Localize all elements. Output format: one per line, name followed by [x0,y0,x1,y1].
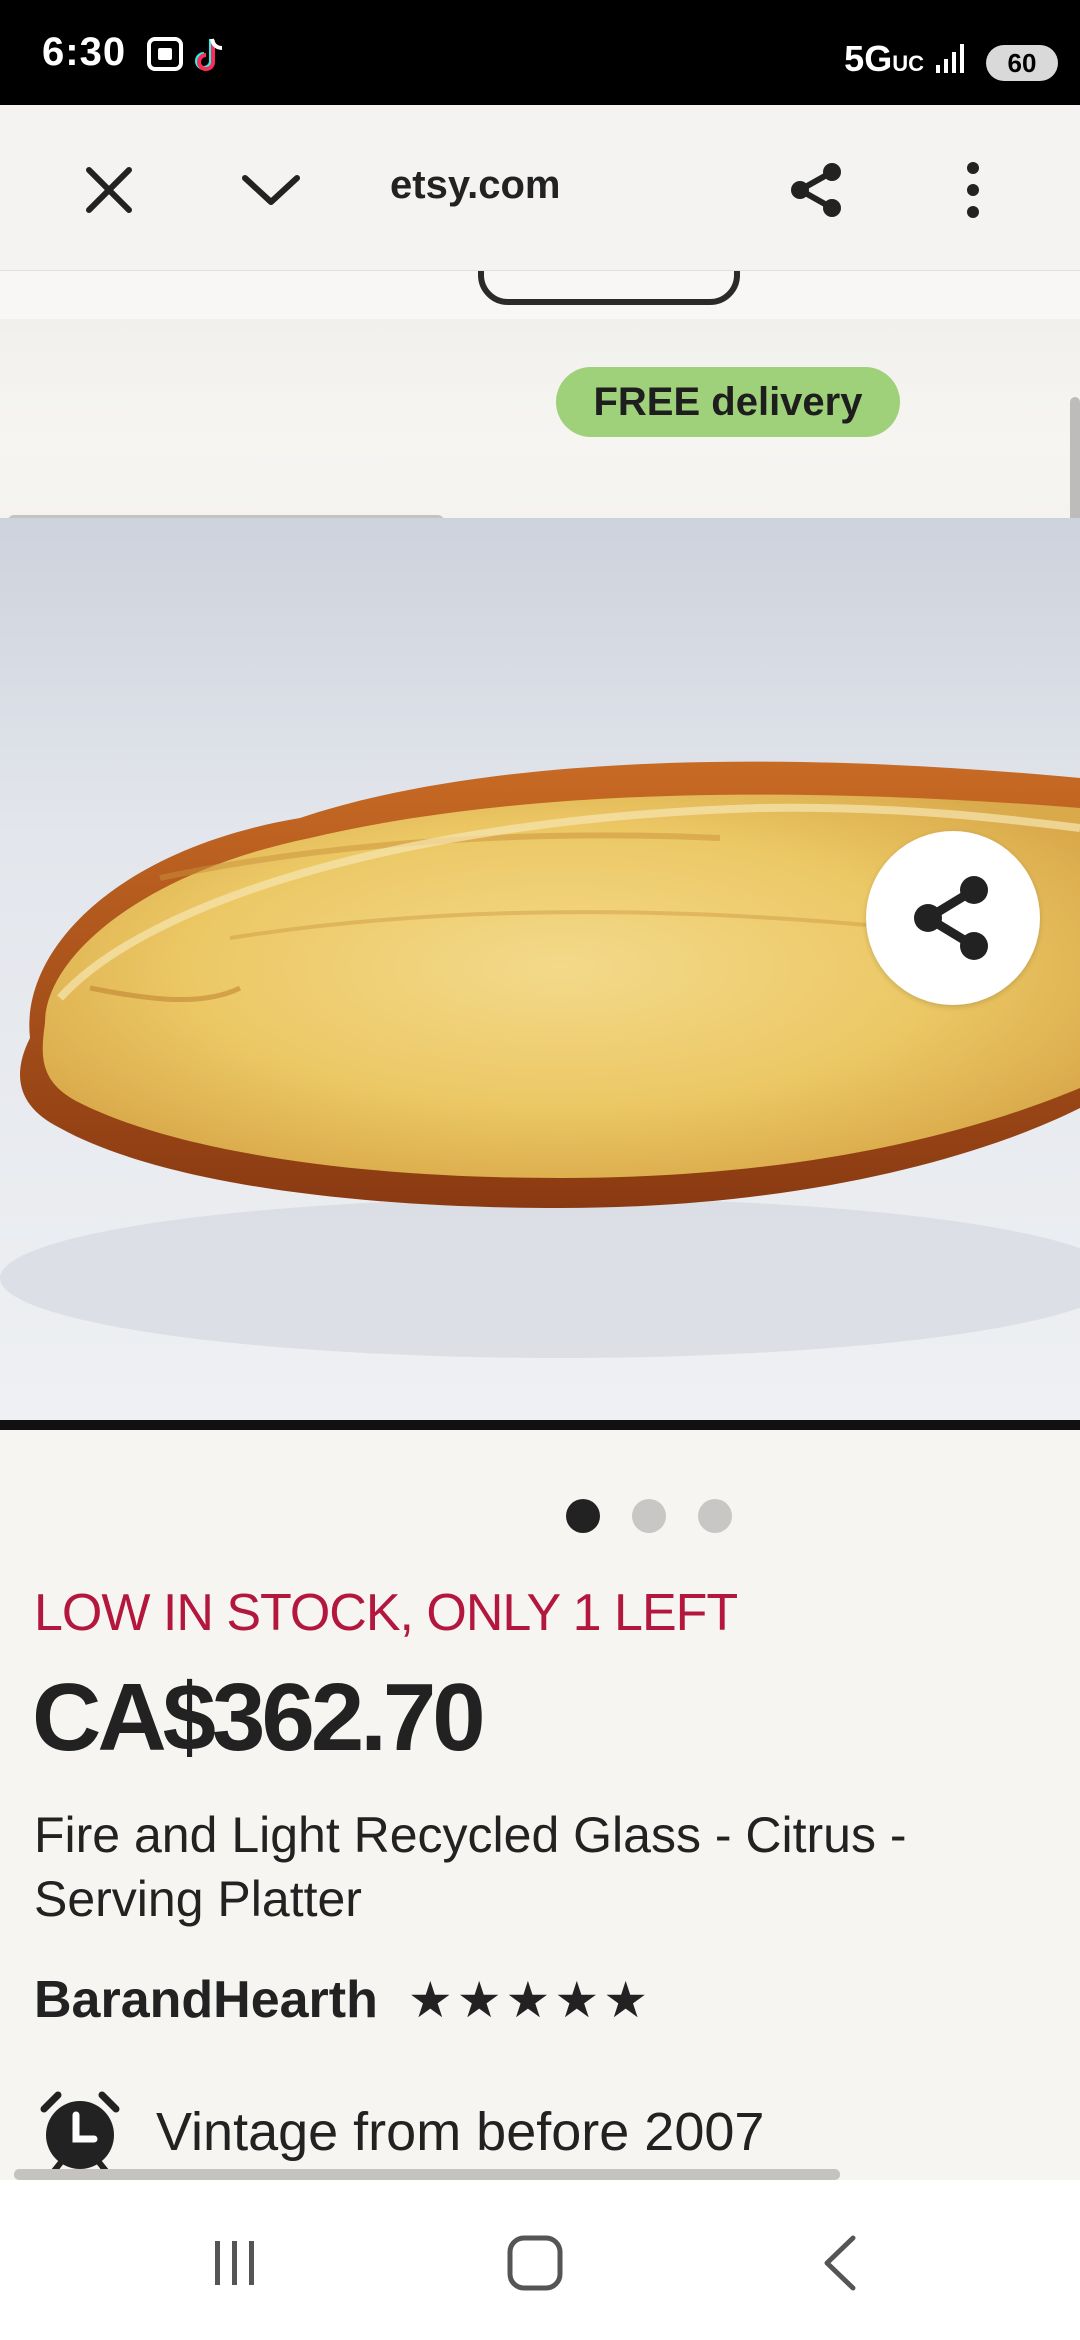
content-scroll-indicator [14,2169,840,2180]
shop-name-link[interactable]: BarandHearth [34,1970,378,2030]
close-tab-button[interactable] [64,145,154,235]
shop-row: BarandHearth ★ ★ ★ ★ ★ [34,1965,648,2035]
stock-notice: LOW IN STOCK, ONLY 1 LEFT [34,1584,738,1642]
collapse-button[interactable] [226,145,316,235]
carousel-dot-1[interactable] [566,1499,600,1533]
back-button[interactable] [784,2208,894,2318]
share-icon [791,163,841,217]
share-icon [914,876,988,960]
product-title: Fire and Light Recycled Glass - Citrus -… [34,1807,907,1927]
search-pill-edge [478,271,740,305]
back-icon [824,2235,856,2291]
chevron-down-icon [242,175,300,205]
promo-banner: FREE delivery [0,319,1080,558]
battery-indicator: 60 [986,45,1058,81]
browser-toolbar: etsy.com [0,105,1080,271]
header-strip [0,271,1080,319]
vintage-row: Vintage from before 2007 [34,2087,764,2177]
network-type: 5G [844,38,893,79]
carousel-dots [566,1499,732,1535]
recents-icon [215,2241,254,2285]
star-icon: ★ [603,1972,649,2028]
alarm-clock-icon [40,2091,120,2174]
system-nav-bar [0,2180,1080,2340]
rating-stars[interactable]: ★ ★ ★ ★ ★ [408,1975,648,2025]
more-options-button[interactable] [928,145,1018,235]
network-indicator: 5GUC [844,38,968,80]
status-time: 6:30 [42,30,127,74]
status-bar: 6:30 5GUC 60 [0,0,1080,105]
product-price: CA$362.70 [32,1664,486,1771]
star-icon: ★ [407,1972,453,2028]
star-icon: ★ [505,1972,551,2028]
vintage-note: Vintage from before 2007 [156,2102,765,2162]
network-suffix: UC [892,51,924,76]
star-icon: ★ [554,1972,600,2028]
home-icon [507,2235,563,2291]
free-delivery-badge: FREE delivery [556,367,900,437]
carousel-dot-2[interactable] [632,1499,666,1533]
screen-record-icon [146,36,184,77]
tiktok-icon [192,36,228,81]
star-icon: ★ [456,1972,502,2028]
share-page-button[interactable] [772,145,862,235]
home-button[interactable] [480,2208,590,2318]
signal-icon [936,44,964,73]
close-icon [86,167,132,213]
page-content: FREE delivery LOW IN STOCK, ONLY 1 LEFT … [0,271,1080,2180]
carousel-dot-3[interactable] [698,1499,732,1533]
more-vert-icon [967,162,979,218]
page-url[interactable]: etsy.com [390,163,560,208]
image-share-button[interactable] [866,831,1040,1005]
recents-button[interactable] [180,2208,290,2318]
